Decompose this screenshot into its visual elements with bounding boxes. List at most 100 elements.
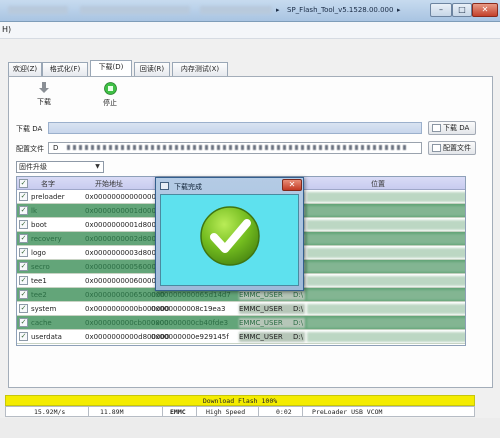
end-address: 0x000000008c19ea3	[151, 305, 226, 313]
stop-tool[interactable]: 停止	[90, 82, 130, 108]
partition-name: recovery	[31, 235, 62, 243]
blurred-title-segment	[200, 6, 272, 14]
window-title: SP_Flash_Tool_v5.1528.00.000	[287, 6, 394, 14]
blurred-location	[307, 206, 465, 216]
blurred-location	[307, 332, 465, 342]
blurred-location	[307, 192, 465, 202]
location: D:\	[293, 291, 304, 299]
scatter-path-field[interactable]: D	[48, 142, 422, 154]
partition-name: cache	[31, 319, 52, 327]
status-port: PreLoader USB VCOM	[312, 408, 383, 416]
row-checkbox[interactable]: ✓	[19, 262, 28, 271]
status-size: 11.89M	[100, 408, 124, 416]
row-checkbox[interactable]: ✓	[19, 206, 28, 215]
row-checkbox[interactable]: ✓	[19, 192, 28, 201]
file-icon	[432, 144, 441, 152]
row-checkbox[interactable]: ✓	[19, 276, 28, 285]
partition-name: preloader	[31, 193, 65, 201]
blurred-location	[307, 290, 465, 300]
status-divider	[196, 407, 197, 416]
download-agent-button-label: 下载 DA	[443, 124, 470, 132]
column-header-location: 位置	[371, 180, 385, 188]
tab-format[interactable]: 格式化(F)	[42, 62, 88, 76]
blurred-path-text	[66, 145, 407, 150]
status-usb-speed: High Speed	[206, 408, 246, 416]
tab-memory-test[interactable]: 内存测试(X)	[172, 62, 228, 76]
dialog-title: 下载完成	[174, 183, 202, 191]
table-row[interactable]: ✓ userdata 0x0000000000d8000000 0x00000000e…	[17, 330, 465, 344]
window-bottom	[0, 418, 500, 438]
status-divider	[88, 407, 89, 416]
status-divider	[162, 407, 163, 416]
stop-icon	[103, 82, 117, 95]
menu-help[interactable]: H)	[2, 25, 11, 34]
status-storage: EMMC	[170, 408, 186, 416]
blurred-location	[307, 262, 465, 272]
download-complete-dialog: 下载完成 ✕	[155, 177, 304, 291]
download-agent-label: 下载 DA	[16, 125, 43, 133]
end-address: 0x00000000cb40fde3	[151, 319, 229, 327]
minimize-button[interactable]: –	[430, 3, 452, 17]
blurred-location	[307, 318, 465, 328]
status-time: 0:02	[276, 408, 292, 416]
row-checkbox[interactable]: ✓	[19, 234, 28, 243]
title-arrow-icon: ▸	[276, 6, 280, 14]
end-address: 0x00000000e929145f	[151, 333, 229, 341]
tab-readback[interactable]: 回读(R)	[134, 62, 170, 76]
blurred-location	[307, 234, 465, 244]
scatter-button-label: 配置文件	[443, 144, 471, 152]
row-checkbox[interactable]: ✓	[19, 248, 28, 257]
partition-name: tee1	[31, 277, 47, 285]
row-checkbox[interactable]: ✓	[19, 318, 28, 327]
download-tool-label: 下载	[37, 98, 51, 106]
blurred-location	[307, 304, 465, 314]
partition-name: tee2	[31, 291, 47, 299]
partition-name: logo	[31, 249, 46, 257]
download-arrow-icon	[39, 82, 49, 93]
scatter-path-prefix: D	[53, 144, 59, 152]
tab-download[interactable]: 下载(D)	[90, 60, 132, 76]
scatter-button[interactable]: 配置文件	[428, 141, 476, 155]
menu-bar: H)	[0, 22, 500, 39]
title-arrow-icon: ▸	[397, 6, 401, 14]
dialog-body	[160, 194, 299, 286]
download-agent-path-field[interactable]	[48, 122, 422, 134]
row-checkbox[interactable]: ✓	[19, 304, 28, 313]
end-address: 0x00000000065d14d7	[151, 291, 231, 299]
table-row[interactable]: ✓ system 0x0000000000b000000 0x000000008c19…	[17, 302, 465, 316]
chevron-down-icon: ▼	[95, 163, 100, 170]
blurred-location	[307, 248, 465, 258]
title-bar: ▸ SP_Flash_Tool_v5.1528.00.000 ▸ – □ ✕	[0, 0, 500, 22]
status-bar: 15.92M/s 11.89M EMMC High Speed 0:02 Pre…	[5, 406, 475, 417]
progress-bar: Download Flash 100%	[5, 395, 475, 406]
download-agent-button[interactable]: 下载 DA	[428, 121, 476, 135]
row-checkbox[interactable]: ✓	[19, 290, 28, 299]
row-checkbox[interactable]: ✓	[19, 332, 28, 341]
mode-select-value: 固件升级	[19, 163, 47, 171]
dialog-close-button[interactable]: ✕	[282, 179, 302, 191]
close-button[interactable]: ✕	[472, 3, 498, 17]
location: D:\	[293, 333, 304, 341]
status-divider	[258, 407, 259, 416]
row-checkbox[interactable]: ✓	[19, 220, 28, 229]
status-divider	[302, 407, 303, 416]
maximize-button[interactable]: □	[452, 3, 472, 17]
download-tool[interactable]: 下载	[24, 82, 64, 107]
column-header-start: 开始地址	[95, 180, 123, 188]
file-icon	[432, 124, 441, 132]
scatter-label: 配置文件	[16, 145, 44, 153]
partition-name: secro	[31, 263, 50, 271]
table-row[interactable]: ✓ cache 0x000000000cb000000 0x00000000cb40f…	[17, 316, 465, 330]
tab-welcome[interactable]: 欢迎(Z)	[8, 62, 42, 76]
progress-text: Download Flash 100%	[202, 397, 278, 405]
mode-select[interactable]: 固件升级 ▼	[16, 161, 104, 173]
location: D:\	[293, 305, 304, 313]
stop-tool-label: 停止	[103, 99, 117, 107]
select-all-checkbox[interactable]: ✓	[19, 179, 28, 188]
blurred-title-segment	[80, 6, 190, 14]
partition-name: system	[31, 305, 57, 313]
app-icon	[160, 182, 169, 190]
partition-name: userdata	[31, 333, 62, 341]
blurred-location	[307, 276, 465, 286]
column-header-name: 名字	[41, 180, 55, 188]
